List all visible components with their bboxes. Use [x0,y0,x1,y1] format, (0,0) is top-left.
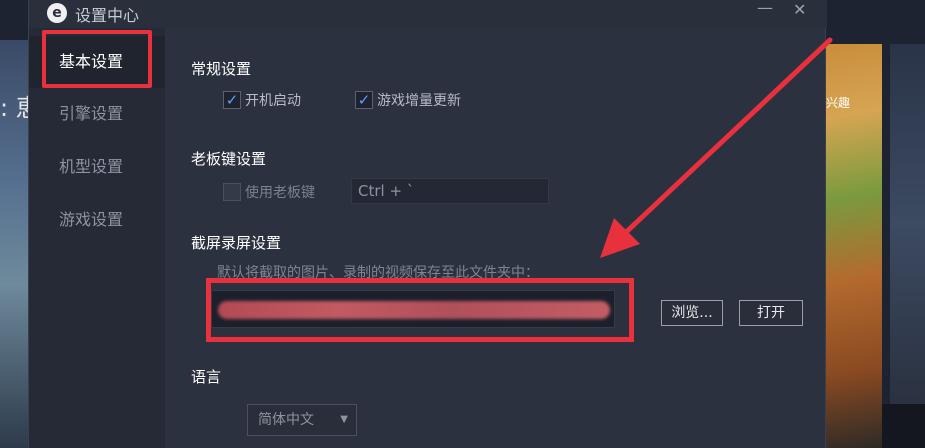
background-game-label: 兴趣 [826,96,851,110]
boss-key-option[interactable]: 使用老板键 [223,182,315,202]
incremental-update-option[interactable]: ✓ 游戏增量更新 [355,90,461,110]
sidebar-item-engine[interactable]: 引擎设置 [29,88,165,140]
incremental-update-checkbox[interactable]: ✓ [355,91,373,109]
autostart-label: 开机启动 [245,93,301,109]
title-bar[interactable]: e 设置中心 — ✕ [29,0,827,28]
background-panel-bottom [882,404,925,448]
annotation-highlight-path [206,278,634,342]
language-select[interactable]: 简体中文 ▼ [247,404,357,436]
close-button[interactable]: ✕ [793,0,806,19]
settings-dialog: e 设置中心 — ✕ 基本设置 引擎设置 机型设置 游戏设置 常规设置 ✓ 开机… [28,0,827,448]
sidebar-item-game[interactable]: 游戏设置 [29,194,165,246]
autostart-checkbox[interactable]: ✓ [223,91,241,109]
open-folder-button[interactable]: 打开 [739,300,803,326]
settings-content: 常规设置 ✓ 开机启动 ✓ 游戏增量更新 老板键设置 使用老板键 Ctrl + … [165,28,827,448]
minimize-button[interactable]: — [757,0,773,17]
sidebar-item-device-model[interactable]: 机型设置 [29,141,165,193]
chevron-down-icon: ▼ [340,414,348,425]
boss-key-hotkey-input[interactable]: Ctrl + ` [351,178,549,204]
browse-button[interactable]: 浏览... [661,300,723,326]
settings-sidebar: 基本设置 引擎设置 机型设置 游戏设置 [29,28,165,448]
background-panel-right [890,44,925,404]
section-title-boss-key: 老板键设置 [191,150,267,168]
annotation-highlight-sidebar [42,30,152,88]
section-title-general: 常规设置 [191,60,252,78]
section-title-screenshot: 截屏录屏设置 [191,234,282,252]
window-title: 设置中心 [75,6,140,25]
app-logo-icon: e [47,3,67,23]
section-title-language: 语言 [191,368,222,386]
language-selected-value: 简体中文 [258,412,314,428]
boss-key-checkbox[interactable] [223,183,241,201]
autostart-option[interactable]: ✓ 开机启动 [223,90,301,110]
incremental-update-label: 游戏增量更新 [377,93,461,109]
boss-key-label: 使用老板键 [245,185,315,201]
